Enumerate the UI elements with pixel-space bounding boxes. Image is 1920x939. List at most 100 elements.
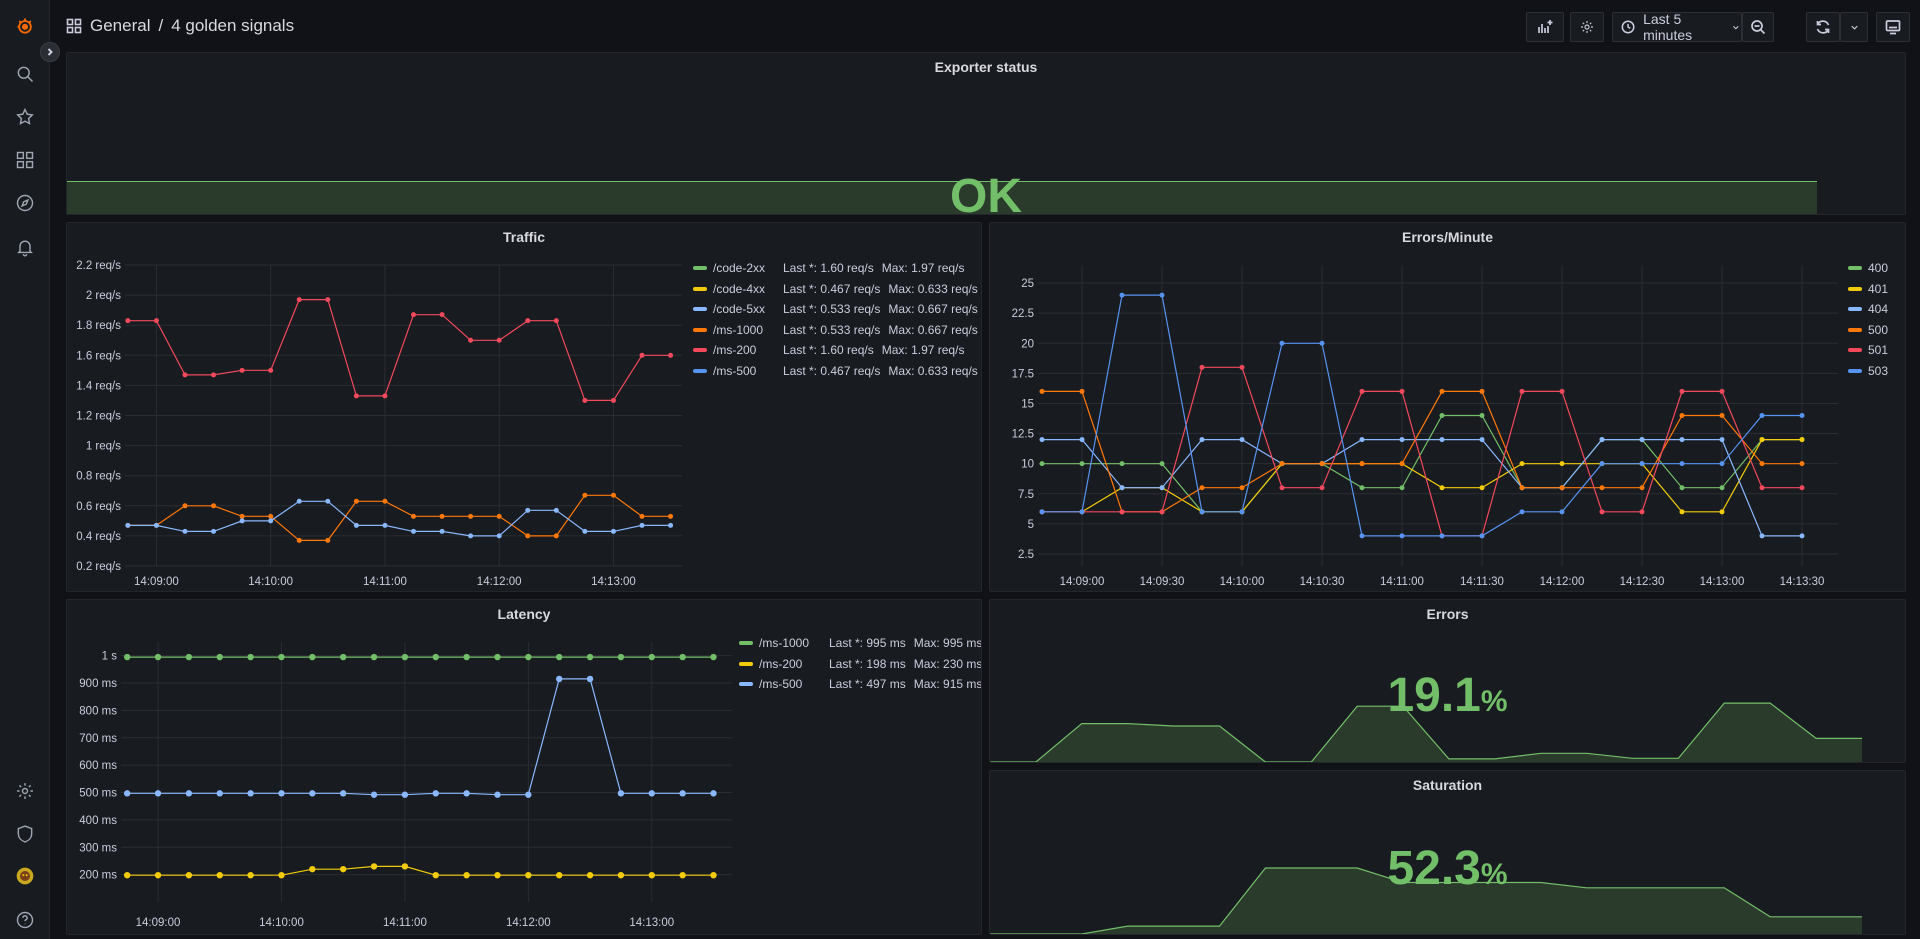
legend-item[interactable]: 503 <box>1848 361 1888 382</box>
y-axis-tick-label: 1 s <box>102 651 118 663</box>
y-axis-tick-label: 25 <box>1021 278 1034 290</box>
data-point <box>1079 461 1085 467</box>
dashboard-settings-button[interactable] <box>1570 12 1604 42</box>
legend-item[interactable]: /ms-500 Last *: 497 ms Max: 915 ms <box>739 674 981 695</box>
legend-color-swatch <box>693 368 707 373</box>
legend-item[interactable]: 400 <box>1848 258 1888 279</box>
data-point <box>1799 413 1805 418</box>
data-point <box>1479 413 1485 418</box>
data-point <box>439 312 445 318</box>
data-point <box>154 790 162 797</box>
legend-series-name: /code-2xx <box>713 261 766 276</box>
sidebar <box>0 0 50 939</box>
data-point <box>1119 461 1125 467</box>
legend-item[interactable]: /ms-1000 Last *: 995 ms Max: 995 ms <box>739 633 982 654</box>
data-point <box>1639 509 1645 515</box>
data-point <box>309 790 316 797</box>
help-icon[interactable] <box>13 908 37 932</box>
x-axis-tick-label: 14:12:30 <box>1620 576 1665 588</box>
legend-color-swatch <box>739 682 753 687</box>
data-point <box>1519 461 1525 467</box>
data-point <box>268 367 274 373</box>
legend-item[interactable]: /ms-500 Last *: 0.467 req/s Max: 0.633 req… <box>693 361 978 382</box>
legend-item[interactable]: /ms-200 Last *: 198 ms Max: 230 ms <box>739 654 981 675</box>
data-point <box>1239 509 1245 515</box>
errors-per-minute-panel[interactable]: Errors/Minute 2.5 5 7.5 10 12.5 15 17.5 20 22.5 2… <box>989 222 1906 592</box>
traffic-panel[interactable]: Traffic 0.2 req/s 0.4 req/s 0.6 req/s 0.8 r… <box>66 222 982 592</box>
data-point <box>555 675 563 683</box>
data-point <box>211 503 217 509</box>
data-point <box>382 393 388 399</box>
chevron-down-icon <box>1850 25 1858 30</box>
data-point <box>410 528 416 534</box>
legend-color-swatch <box>693 286 707 291</box>
data-point <box>1799 533 1805 539</box>
exporter-status-panel[interactable]: Exporter status OK <box>66 52 1906 215</box>
data-point <box>1119 485 1125 491</box>
legend-item[interactable]: 401 <box>1848 279 1888 300</box>
explore-compass-icon[interactable] <box>13 191 37 215</box>
chevron-down-icon <box>1733 25 1739 29</box>
legend-color-swatch <box>739 641 753 646</box>
legend-item[interactable]: /ms-1000 Last *: 0.533 req/s Max: 0.667 re… <box>693 320 978 341</box>
legend-max-value: Max: 995 ms <box>913 636 982 651</box>
saturation-stat-panel[interactable]: Saturation 52.3% <box>989 770 1906 935</box>
configuration-gear-icon[interactable] <box>13 779 37 803</box>
data-point <box>617 790 625 797</box>
add-panel-button[interactable] <box>1526 12 1564 42</box>
x-axis-tick-label: 14:10:00 <box>259 917 304 929</box>
legend-last-value: Last *: 1.60 req/s <box>783 343 874 358</box>
panel-title: Exporter status <box>934 59 1038 75</box>
grafana-logo-icon[interactable] <box>13 14 37 38</box>
data-point <box>370 863 378 870</box>
legend-item[interactable]: 500 <box>1848 320 1888 341</box>
legend-item[interactable]: /code-2xx Last *: 1.60 req/s Max: 1.97 req… <box>693 258 978 279</box>
y-axis-tick-label: 800 ms <box>79 705 117 717</box>
expand-sidebar-chevron-icon[interactable] <box>40 42 60 62</box>
legend-item[interactable]: 404 <box>1848 299 1888 320</box>
legend-item[interactable]: /code-5xx Last *: 0.533 req/s Max: 0.667 r… <box>693 299 978 320</box>
data-point <box>639 522 645 528</box>
y-axis-tick-label: 15 <box>1021 398 1034 410</box>
legend-series-name: /ms-200 <box>713 343 757 358</box>
legend-last-value: Last *: 0.533 req/s <box>783 322 881 337</box>
data-point <box>154 871 162 879</box>
zoom-out-button[interactable] <box>1742 12 1774 42</box>
errors-stat-panel[interactable]: Errors 19.1% <box>989 599 1906 763</box>
data-point <box>1479 388 1485 394</box>
y-axis-tick-label: 200 ms <box>79 870 117 882</box>
data-point <box>582 492 588 498</box>
data-point <box>325 498 331 504</box>
data-point <box>1399 388 1405 394</box>
data-point <box>1719 388 1725 394</box>
user-avatar[interactable] <box>13 864 37 888</box>
latency-legend: /ms-1000 Last *: 995 ms Max: 995 ms/ms-200… <box>739 633 982 695</box>
data-point <box>1359 461 1365 467</box>
legend-series-name: 503 <box>1868 363 1889 378</box>
refresh-interval-dropdown[interactable] <box>1840 12 1868 42</box>
data-point <box>648 871 655 879</box>
legend-item[interactable]: /ms-200 Last *: 1.60 req/s Max: 1.97 req/s <box>693 340 978 361</box>
server-admin-shield-icon[interactable] <box>13 822 37 846</box>
legend-color-swatch <box>693 307 707 312</box>
starred-icon[interactable] <box>13 105 37 129</box>
data-point <box>1599 485 1605 491</box>
tv-mode-button[interactable] <box>1876 12 1910 42</box>
data-point <box>610 397 616 403</box>
legend-item[interactable]: /code-4xx Last *: 0.467 req/s Max: 0.633 r… <box>693 279 978 300</box>
search-icon[interactable] <box>13 62 37 86</box>
alerting-bell-icon[interactable] <box>13 235 37 259</box>
data-point <box>247 653 254 661</box>
data-point <box>1439 413 1445 418</box>
refresh-button[interactable] <box>1806 12 1840 42</box>
legend-item[interactable]: 501 <box>1848 340 1888 361</box>
x-axis-tick-label: 14:09:00 <box>1060 576 1105 588</box>
data-point <box>268 518 274 524</box>
dashboards-icon[interactable] <box>13 148 37 172</box>
breadcrumb-folder-link[interactable]: General <box>90 16 150 36</box>
data-point <box>1599 509 1605 515</box>
latency-panel[interactable]: Latency 200 ms 300 ms 400 ms 500 ms 600 ms 70… <box>66 599 982 935</box>
time-range-picker[interactable]: Last 5 minutes <box>1612 11 1742 43</box>
data-point <box>1159 461 1165 467</box>
data-point <box>1199 509 1205 515</box>
